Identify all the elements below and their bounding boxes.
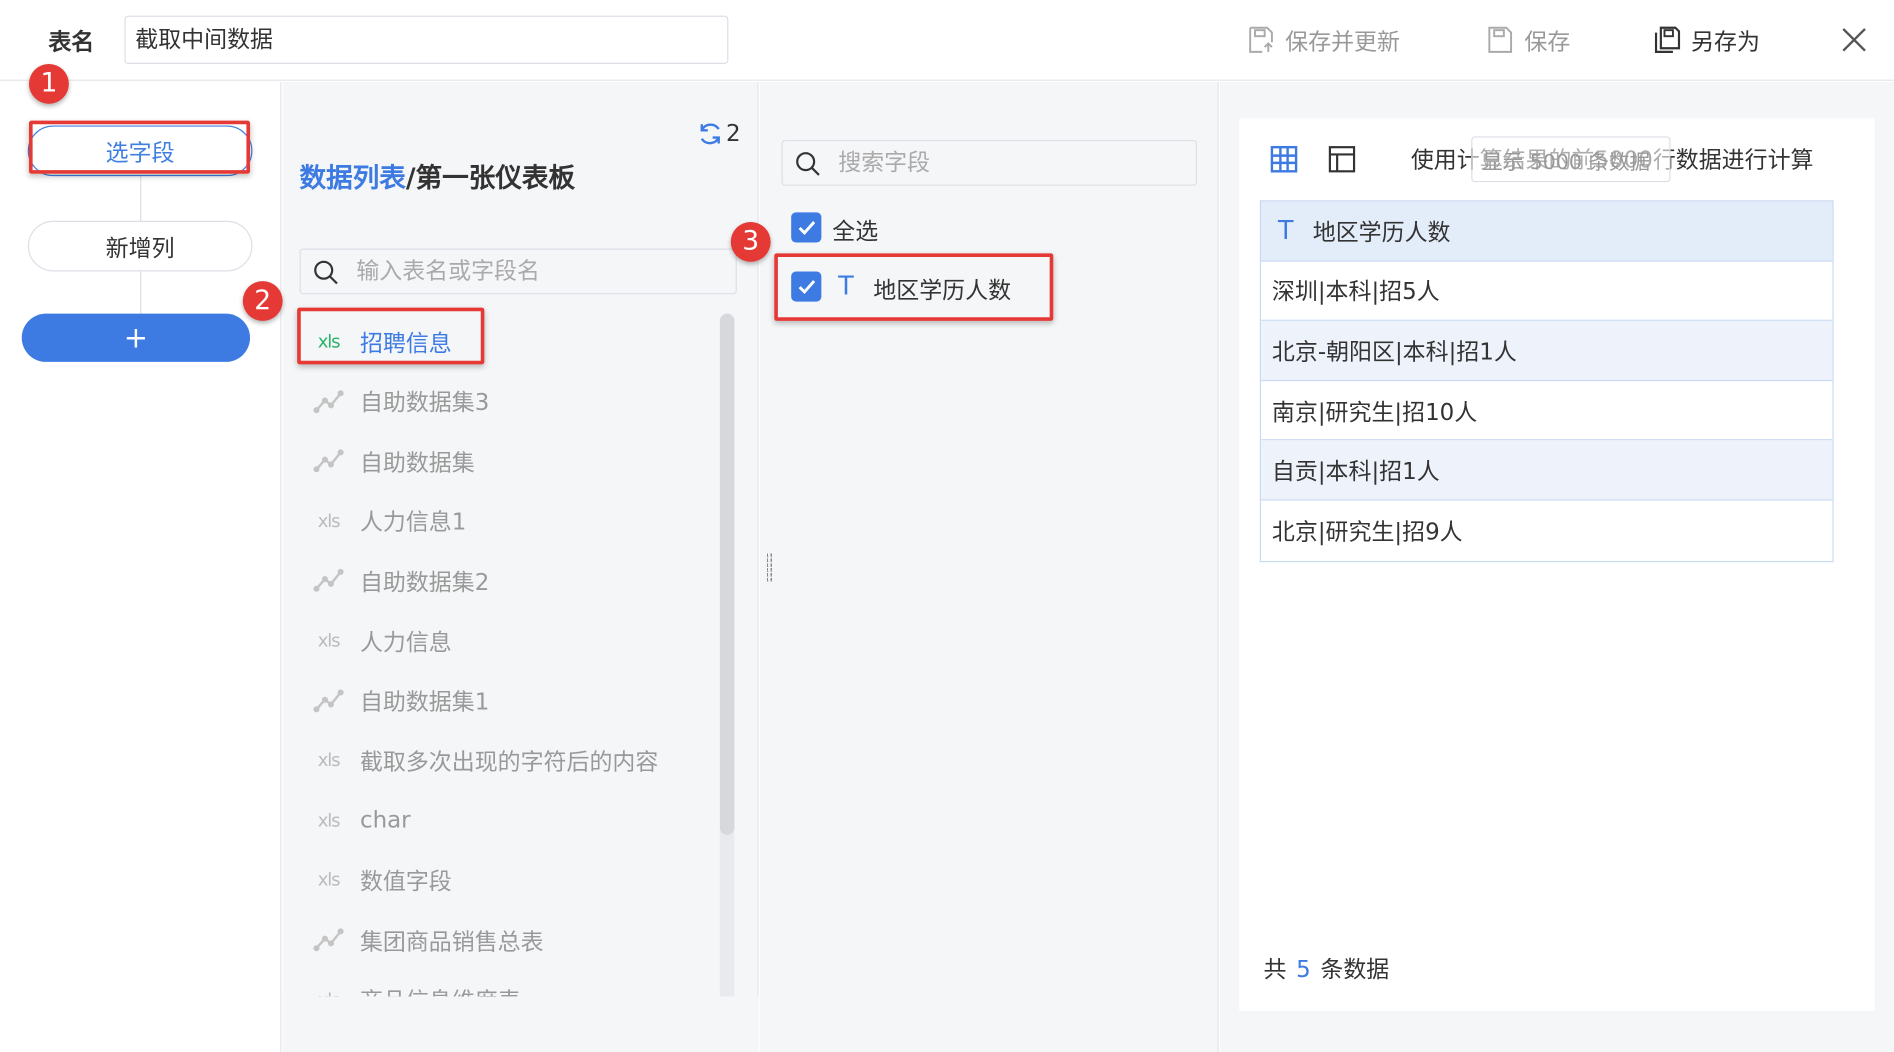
save-update-label: 保存并更新 [1285, 28, 1400, 55]
table-row: 北京-朝阳区|本科|招1人 [1261, 321, 1833, 381]
breadcrumb: 数据列表/第一张仪表板 [300, 157, 575, 196]
step-add-column[interactable]: 新增列 [27, 220, 253, 272]
preview-table: T 地区学历人数 深圳|本科|招5人 北京-朝阳区|本科|招1人 南京|研究生|招1… [1259, 200, 1834, 562]
text-type-icon: T [1277, 216, 1294, 246]
table-list-item-label: 截取多次出现的字符后的内容 [359, 748, 659, 776]
preview-rows: 深圳|本科|招5人 北京-朝阳区|本科|招1人 南京|研究生|招10人 自贡|本科|招… [1261, 261, 1833, 561]
xls-icon: xls [312, 809, 346, 831]
table-list-item[interactable]: 自助数据集2 [312, 563, 490, 599]
field-search-input[interactable] [838, 141, 1177, 185]
table-list-scrollbar[interactable] [719, 313, 735, 1002]
save-update-icon [1249, 26, 1273, 53]
table-name-label: 表名 [48, 28, 95, 56]
table-list-item-label: 自助数据集2 [359, 569, 490, 596]
table-list-item-label: 数值字段 [359, 868, 452, 896]
table-list-item-label: 自助数据集 [359, 449, 475, 477]
count-suffix: 条数据 [1320, 956, 1390, 984]
table-name-input[interactable]: 截取中间数据 [124, 15, 729, 64]
step-connector [140, 176, 142, 221]
table-list-item[interactable]: 自助数据集 [312, 443, 475, 479]
table-row: 北京|研究生|招9人 [1261, 500, 1833, 561]
grid-view-icon[interactable] [1270, 145, 1299, 174]
table-list-item[interactable]: xls 人力信息 [312, 623, 452, 659]
table-list-item[interactable]: xls 数值字段 [312, 862, 452, 898]
refresh-count: 2 [725, 120, 741, 148]
dataset-icon [312, 449, 346, 473]
column-header-label: 地区学历人数 [1312, 219, 1451, 246]
save-label: 保存 [1524, 28, 1571, 55]
table-list-item-label: 自助数据集3 [359, 389, 490, 417]
xls-glyph: xls [317, 510, 341, 532]
search-icon [314, 260, 338, 285]
refresh-icon [700, 123, 720, 145]
preview-table-header: T 地区学历人数 [1261, 201, 1833, 262]
table-list-item[interactable]: 自助数据集3 [312, 383, 490, 419]
search-icon [796, 152, 820, 176]
table-list-item-label: 人力信息 [359, 629, 452, 656]
table-search-box[interactable] [299, 248, 737, 295]
row-limit-tooltip[interactable]: 显示 5000 条数据 [1471, 136, 1671, 183]
highlight-box-3 [774, 253, 1054, 321]
annotation-badge-3: 3 [730, 221, 771, 262]
dataset-icon [312, 389, 346, 413]
table-list-item[interactable]: xls 人力信息1 [312, 503, 467, 539]
field-search-box[interactable] [781, 139, 1198, 186]
check-icon [798, 221, 816, 235]
xls-glyph: xls [317, 809, 341, 831]
save-icon [1488, 26, 1513, 53]
table-list-item[interactable]: 自助数据集1 [312, 682, 490, 718]
layout-view-icon[interactable] [1327, 145, 1356, 174]
count-prefix: 共 [1263, 956, 1287, 984]
xls-glyph: xls [317, 749, 341, 772]
xls-icon: xls [312, 630, 346, 652]
select-all-checkbox[interactable] [791, 212, 822, 243]
dataset-icon [312, 928, 346, 952]
breadcrumb-current: 第一张仪表板 [415, 164, 576, 195]
table-row: 南京|研究生|招10人 [1261, 380, 1833, 441]
highlight-box-2 [297, 307, 485, 365]
breadcrumb-link[interactable]: 数据列表 [300, 164, 406, 194]
table-list-item[interactable]: xls char [312, 802, 411, 838]
add-step-button[interactable]: + [21, 313, 251, 362]
table-search-input[interactable] [356, 249, 719, 294]
xls-icon: xls [312, 510, 346, 532]
step-connector [140, 271, 142, 314]
save-as-button[interactable]: 另存为 [1652, 19, 1760, 60]
dataset-icon [312, 569, 346, 593]
save-update-button[interactable]: 保存并更新 [1247, 19, 1400, 60]
header-bar: 表名 截取中间数据 保存并更新 保存 另存为 [0, 0, 1894, 81]
xls-glyph: xls [317, 869, 341, 891]
row-count: 共 5 条数据 [1263, 952, 1389, 985]
save-button[interactable]: 保存 [1486, 19, 1571, 60]
table-list-item-label: char [359, 806, 411, 834]
list-fade [282, 996, 759, 1052]
close-icon[interactable] [1838, 24, 1869, 55]
annotation-badge-1: 1 [28, 63, 69, 104]
resize-handle-icon[interactable] [767, 553, 772, 581]
breadcrumb-sep: / [405, 164, 416, 195]
count-value: 5 [1296, 956, 1311, 984]
fields-panel [759, 82, 1219, 1052]
table-list-item-label: 集团商品销售总表 [359, 928, 544, 955]
xls-icon: xls [312, 749, 346, 771]
table-row: 深圳|本科|招5人 [1261, 261, 1833, 322]
table-list-item[interactable]: 集团商品销售总表 [312, 922, 544, 958]
table-row: 自贡|本科|招1人 [1261, 440, 1833, 501]
dataset-icon [312, 688, 346, 712]
refresh-button[interactable]: 2 [697, 120, 741, 148]
highlight-box-1 [28, 120, 251, 174]
table-list-item[interactable]: xls 截取多次出现的字符后的内容 [312, 742, 659, 778]
scrollbar-thumb[interactable] [719, 313, 735, 835]
save-as-label: 另存为 [1691, 28, 1760, 55]
table-list-item-label: 人力信息1 [359, 509, 467, 536]
table-list-item-label: 自助数据集1 [359, 688, 490, 716]
xls-glyph: xls [317, 629, 341, 652]
select-all-label[interactable]: 全选 [832, 214, 878, 247]
annotation-badge-2: 2 [242, 281, 283, 321]
save-as-icon [1654, 26, 1681, 53]
xls-icon: xls [312, 869, 346, 891]
